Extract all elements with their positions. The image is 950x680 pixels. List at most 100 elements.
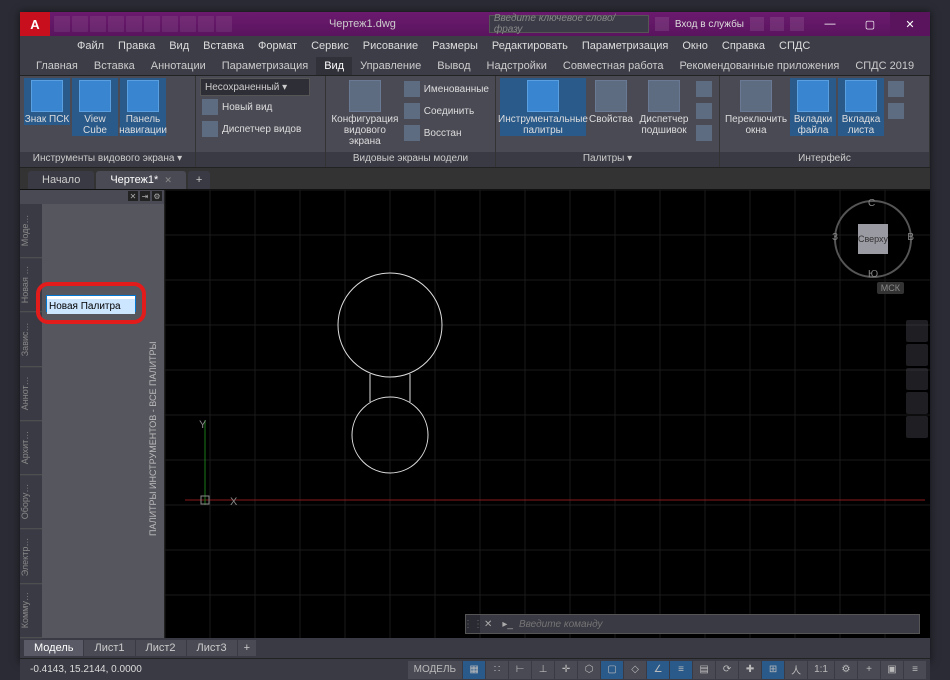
status-annomonitor-icon[interactable]: ✚ [739,661,761,679]
viewcube-face[interactable]: Сверху [858,224,888,254]
qat-open-icon[interactable] [72,16,88,32]
close-tab-icon[interactable]: ✕ [164,175,172,185]
nav-pan-icon[interactable] [906,344,928,366]
status-grid-icon[interactable]: ▦ [463,661,485,679]
drawing-canvas[interactable]: X Y Сверху С Ю В З МСК ⋮⋮ [165,190,930,638]
palette-extra-3[interactable] [694,122,714,144]
viewcube-dir-n[interactable]: С [868,198,875,209]
vtab-new[interactable]: Новая … [20,258,42,312]
menu-tools[interactable]: Сервис [304,40,356,52]
btn-new-view[interactable]: Новый вид [200,96,310,118]
panel-title[interactable]: Палитры ▾ [496,152,719,167]
tab-layout3[interactable]: Лист3 [187,640,237,656]
ribbon-tab-collab[interactable]: Совместная работа [555,57,672,75]
menu-dimension[interactable]: Размеры [425,40,485,52]
qat-dropdown-icon[interactable] [198,16,214,32]
ribbon-tab-output[interactable]: Вывод [429,57,478,75]
viewcube-dir-w[interactable]: З [832,232,838,243]
qat-saveas-icon[interactable] [108,16,124,32]
menu-window[interactable]: Окно [675,40,715,52]
status-scale[interactable]: 1:1 [808,661,834,679]
qat-share-icon[interactable] [216,16,232,32]
vtab-constraints[interactable]: Завис… [20,313,42,367]
menu-file[interactable]: Файл [70,40,111,52]
nav-wheel-icon[interactable] [906,320,928,342]
file-tab-drawing[interactable]: Чертеж1*✕ [96,171,186,189]
ribbon-tab-parametric[interactable]: Параметризация [214,57,316,75]
menu-spds[interactable]: СПДС [772,40,817,52]
cmdline-grip-icon[interactable]: ⋮⋮ [466,615,480,633]
status-qp-icon[interactable]: ⊞ [762,661,784,679]
wcs-label[interactable]: МСК [877,282,904,294]
view-cube[interactable]: Сверху С Ю В З [834,200,912,278]
status-isodraft-icon[interactable]: ⬡ [578,661,600,679]
command-input[interactable] [519,619,919,630]
menu-view[interactable]: Вид [162,40,196,52]
status-monitor-icon[interactable]: + [858,661,880,679]
qat-redo-icon[interactable] [162,16,178,32]
palette-body[interactable] [42,204,164,638]
status-custom-icon[interactable]: ≡ [904,661,926,679]
qat-print-icon[interactable] [180,16,196,32]
nav-zoom-icon[interactable] [906,368,928,390]
cloud-icon[interactable] [750,17,764,31]
palette-menu-icon[interactable]: ⚙ [152,191,162,201]
status-polar-icon[interactable]: ✛ [555,661,577,679]
vtab-elec[interactable]: Электр… [20,530,42,584]
btn-properties[interactable]: Свойства [588,78,634,125]
ribbon-tab-view[interactable]: Вид [316,57,352,75]
btn-layout-tab[interactable]: Вкладка листа [838,78,884,136]
tab-layout2[interactable]: Лист2 [136,640,186,656]
btn-join-vp[interactable]: Соединить [402,100,491,122]
palette-rename-input[interactable] [47,299,135,314]
status-3dosnap-icon[interactable]: ◇ [624,661,646,679]
btn-tool-palettes[interactable]: Инструментальные палитры [500,78,586,136]
ribbon-tab-home[interactable]: Главная [28,57,86,75]
app-logo-icon[interactable]: A [20,12,50,36]
help-icon[interactable] [790,17,804,31]
status-infer-icon[interactable]: ⊢ [509,661,531,679]
help-search-input[interactable]: Введите ключевое слово/фразу [489,15,649,33]
status-snap-icon[interactable]: ∷ [486,661,508,679]
interface-extra-1[interactable] [886,78,906,100]
file-tab-start[interactable]: Начало [28,171,94,189]
tab-layout1[interactable]: Лист1 [84,640,134,656]
vtab-arch[interactable]: Архит… [20,421,42,475]
ribbon-tab-annotate[interactable]: Аннотации [143,57,214,75]
btn-navbar[interactable]: Панель навигации [120,78,166,136]
palette-extra-1[interactable] [694,78,714,100]
qat-plot-icon[interactable] [126,16,142,32]
minimize-button[interactable]: — [810,12,850,36]
status-ortho-icon[interactable]: ⊥ [532,661,554,679]
tab-model[interactable]: Модель [24,640,83,656]
palette-extra-2[interactable] [694,100,714,122]
menu-format[interactable]: Формат [251,40,304,52]
btn-ucs-icon[interactable]: Знак ПСК [24,78,70,125]
palette-close-icon[interactable]: ✕ [128,191,138,201]
exchange-icon[interactable] [770,17,784,31]
status-model-button[interactable]: МОДЕЛЬ [408,661,462,679]
vtab-civil[interactable]: Комму… [20,584,42,638]
btn-viewport-config[interactable]: Конфигурация видового экрана [330,78,400,147]
nav-showmotion-icon[interactable] [906,416,928,438]
menu-insert[interactable]: Вставка [196,40,251,52]
ribbon-tab-addins[interactable]: Надстройки [479,57,555,75]
btn-view-manager[interactable]: Диспетчер видов [200,118,310,140]
coordinates-readout[interactable]: -0.4143, 15.2144, 0.0000 [20,664,152,675]
status-transparency-icon[interactable]: ▤ [693,661,715,679]
btn-named-vp[interactable]: Именованные [402,78,491,100]
qat-undo-icon[interactable] [144,16,160,32]
menu-help[interactable]: Справка [715,40,772,52]
qat-new-icon[interactable] [54,16,70,32]
vtab-annotation[interactable]: Аннот… [20,367,42,421]
signin-link[interactable]: Вход в службы [675,19,744,30]
menu-edit[interactable]: Правка [111,40,162,52]
menu-draw[interactable]: Рисование [356,40,425,52]
maximize-button[interactable]: ▢ [850,12,890,36]
close-button[interactable]: ✕ [890,12,930,36]
nav-orbit-icon[interactable] [906,392,928,414]
status-osnap-icon[interactable]: ▢ [601,661,623,679]
qat-save-icon[interactable] [90,16,106,32]
ribbon-tab-insert[interactable]: Вставка [86,57,143,75]
vtab-mech[interactable]: Обору… [20,475,42,529]
